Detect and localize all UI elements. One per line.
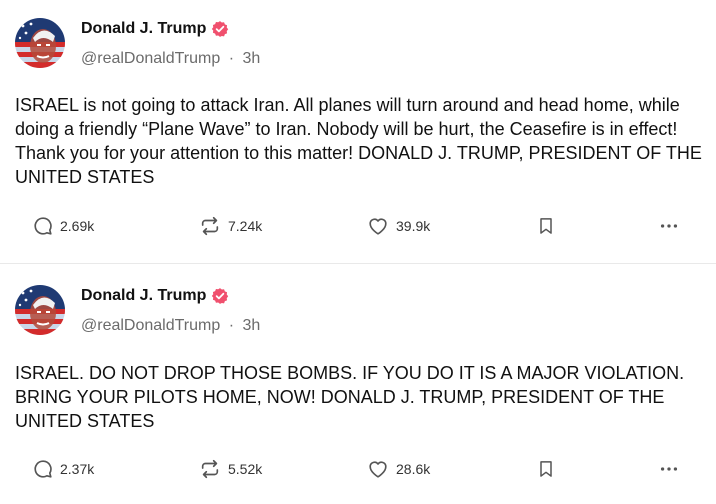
display-name[interactable]: Donald J. Trump	[81, 20, 206, 38]
user-handle[interactable]: @realDonaldTrump	[81, 50, 220, 67]
bookmark-icon	[540, 218, 552, 234]
post-text: ISRAEL. DO NOT DROP THOSE BOMBS. IF YOU …	[15, 363, 685, 431]
heart-icon	[369, 218, 387, 235]
like-button[interactable]: 28.6k	[366, 454, 430, 484]
handle-row: @realDonaldTrump · 3h	[81, 50, 260, 68]
retruth-count: 5.52k	[228, 461, 263, 477]
reply-button[interactable]: 2.69k	[32, 211, 94, 241]
bookmark-button[interactable]	[536, 454, 556, 484]
bookmark-button[interactable]	[536, 211, 556, 241]
reply-count: 2.69k	[60, 218, 95, 234]
heart-icon	[369, 461, 387, 478]
reply-button[interactable]: 2.37k	[32, 454, 94, 484]
display-name[interactable]: Donald J. Trump	[81, 287, 206, 305]
bookmark-icon	[540, 461, 552, 477]
more-options-button[interactable]	[657, 454, 681, 484]
avatar[interactable]	[15, 18, 65, 68]
retruth-button[interactable]: 7.24k	[198, 211, 262, 241]
retruth-count: 7.24k	[228, 218, 263, 234]
more-dots-icon	[660, 224, 678, 228]
avatar[interactable]	[15, 285, 65, 335]
like-count: 28.6k	[396, 461, 431, 477]
post-text: ISRAEL is not going to attack Iran. All …	[15, 95, 702, 187]
post-actions: 2.69k 7.24k 39.9k	[0, 211, 716, 241]
separator-dot: ·	[228, 317, 235, 334]
user-handle[interactable]: @realDonaldTrump	[81, 317, 220, 334]
like-button[interactable]: 39.9k	[366, 211, 430, 241]
name-row: Donald J. Trump	[81, 20, 229, 38]
more-dots-icon	[660, 467, 678, 471]
reply-count: 2.37k	[60, 461, 95, 477]
like-count: 39.9k	[396, 218, 431, 234]
separator-dot: ·	[228, 50, 235, 67]
post[interactable]: Donald J. Trump @realDonaldTrump · 3h IS…	[0, 0, 716, 264]
timeline-feed: Donald J. Trump @realDonaldTrump · 3h IS…	[0, 0, 716, 504]
name-row: Donald J. Trump	[81, 287, 229, 305]
reply-bubble-icon	[34, 460, 52, 478]
post-timestamp[interactable]: 3h	[243, 50, 261, 67]
post-timestamp[interactable]: 3h	[243, 317, 261, 334]
more-options-button[interactable]	[657, 211, 681, 241]
retruth-arrows-icon	[201, 459, 219, 479]
verified-badge-icon	[211, 287, 229, 305]
handle-row: @realDonaldTrump · 3h	[81, 317, 260, 335]
verified-badge-icon	[211, 20, 229, 38]
post-actions: 2.37k 5.52k 28.6k	[0, 454, 716, 484]
reply-bubble-icon	[34, 217, 52, 235]
retruth-button[interactable]: 5.52k	[198, 454, 262, 484]
retruth-arrows-icon	[201, 216, 219, 236]
post[interactable]: Donald J. Trump @realDonaldTrump · 3h IS…	[0, 264, 716, 504]
